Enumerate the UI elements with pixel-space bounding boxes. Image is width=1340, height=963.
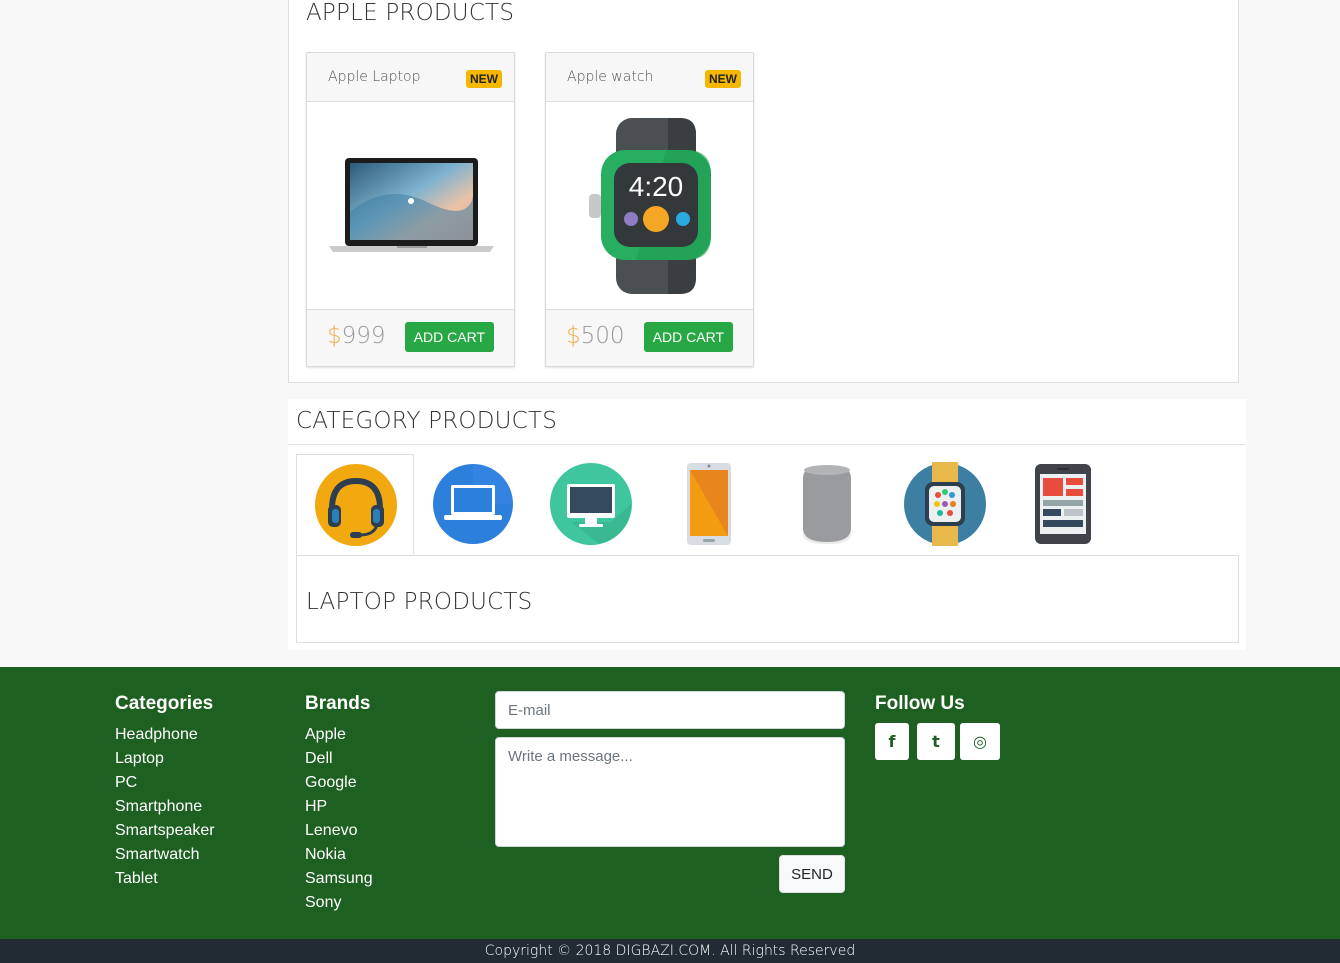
- tablet-icon: [1035, 464, 1091, 544]
- category-products-title: CATEGORY PRODUCTS: [296, 408, 557, 434]
- macbook-illustration: [329, 158, 494, 252]
- tab-headphone[interactable]: [296, 454, 414, 555]
- product-price: $999: [327, 323, 386, 349]
- brand-link-apple[interactable]: Apple: [305, 723, 373, 747]
- card-footer: $999 ADD CART: [307, 309, 514, 366]
- brand-link-samsung[interactable]: Samsung: [305, 867, 373, 891]
- message-field[interactable]: [495, 737, 845, 847]
- smartspeaker-icon: [803, 465, 851, 544]
- divider: [288, 444, 1246, 445]
- new-badge: NEW: [466, 70, 502, 88]
- product-price: $500: [566, 323, 625, 349]
- apple-products-title: APPLE PRODUCTS: [306, 0, 515, 26]
- brands-list: Apple Dell Google HP Lenevo Nokia Samsun…: [305, 723, 373, 915]
- card-header: Apple watch NEW: [546, 53, 753, 102]
- instagram-icon[interactable]: ◎: [960, 723, 1000, 760]
- tab-smartwatch[interactable]: [886, 454, 1004, 555]
- new-badge: NEW: [705, 70, 741, 88]
- tab-content-panel: LAPTOP PRODUCTS: [296, 555, 1239, 643]
- brand-link-dell[interactable]: Dell: [305, 747, 373, 771]
- tab-smartspeaker[interactable]: [768, 454, 886, 555]
- laptop-icon: [433, 464, 513, 544]
- category-link-smartphone[interactable]: Smartphone: [115, 795, 215, 819]
- category-link-pc[interactable]: PC: [115, 771, 215, 795]
- product-card-apple-laptop: Apple Laptop NEW $999 ADD CART: [306, 52, 515, 367]
- headphone-icon: [315, 464, 397, 546]
- category-link-tablet[interactable]: Tablet: [115, 867, 215, 891]
- brand-link-lenevo[interactable]: Lenevo: [305, 819, 373, 843]
- add-cart-button[interactable]: ADD CART: [643, 322, 733, 352]
- category-link-smartspeaker[interactable]: Smartspeaker: [115, 819, 215, 843]
- pc-monitor-icon: [550, 463, 632, 545]
- apple-products-panel: APPLE PRODUCTS Apple Laptop NEW $999 ADD…: [288, 0, 1239, 383]
- facebook-icon[interactable]: f: [875, 723, 909, 760]
- add-cart-button[interactable]: ADD CART: [404, 322, 494, 352]
- email-field[interactable]: [495, 691, 845, 729]
- apple-watch-illustration: 4:20: [589, 118, 711, 294]
- categories-heading: Categories: [115, 693, 214, 714]
- product-image-laptop[interactable]: [307, 102, 514, 310]
- follow-us-heading: Follow Us: [875, 693, 965, 714]
- brand-link-hp[interactable]: HP: [305, 795, 373, 819]
- watch-time: 4:20: [629, 171, 684, 202]
- card-footer: $500 ADD CART: [546, 309, 753, 366]
- laptop-products-title: LAPTOP PRODUCTS: [306, 589, 533, 615]
- tab-tablet[interactable]: [1004, 454, 1122, 555]
- categories-list: Headphone Laptop PC Smartphone Smartspea…: [115, 723, 215, 891]
- tab-smartphone[interactable]: [650, 454, 768, 555]
- send-button[interactable]: SEND: [779, 855, 845, 893]
- category-link-laptop[interactable]: Laptop: [115, 747, 215, 771]
- product-name[interactable]: Apple watch: [567, 69, 653, 85]
- smartwatch-icon: [904, 462, 986, 546]
- brand-link-nokia[interactable]: Nokia: [305, 843, 373, 867]
- tab-pc[interactable]: [532, 454, 650, 555]
- brand-link-sony[interactable]: Sony: [305, 891, 373, 915]
- smartphone-icon: [687, 463, 731, 545]
- product-image-watch[interactable]: 4:20: [546, 102, 753, 310]
- product-card-apple-watch: Apple watch NEW 4:20 $500 ADD CART: [545, 52, 754, 367]
- brand-link-google[interactable]: Google: [305, 771, 373, 795]
- site-footer: Categories Headphone Laptop PC Smartphon…: [0, 667, 1340, 939]
- category-link-smartwatch[interactable]: Smartwatch: [115, 843, 215, 867]
- copyright-bar: Copyright © 2018 DIGBAZI.COM. All Rights…: [0, 939, 1340, 963]
- card-header: Apple Laptop NEW: [307, 53, 514, 102]
- product-name[interactable]: Apple Laptop: [328, 69, 421, 85]
- category-link-headphone[interactable]: Headphone: [115, 723, 215, 747]
- tab-laptop[interactable]: [414, 454, 532, 555]
- category-products-panel: CATEGORY PRODUCTS LAPTOP PRODUCTS: [288, 399, 1246, 650]
- brands-heading: Brands: [305, 693, 371, 714]
- twitter-icon[interactable]: t: [917, 723, 955, 760]
